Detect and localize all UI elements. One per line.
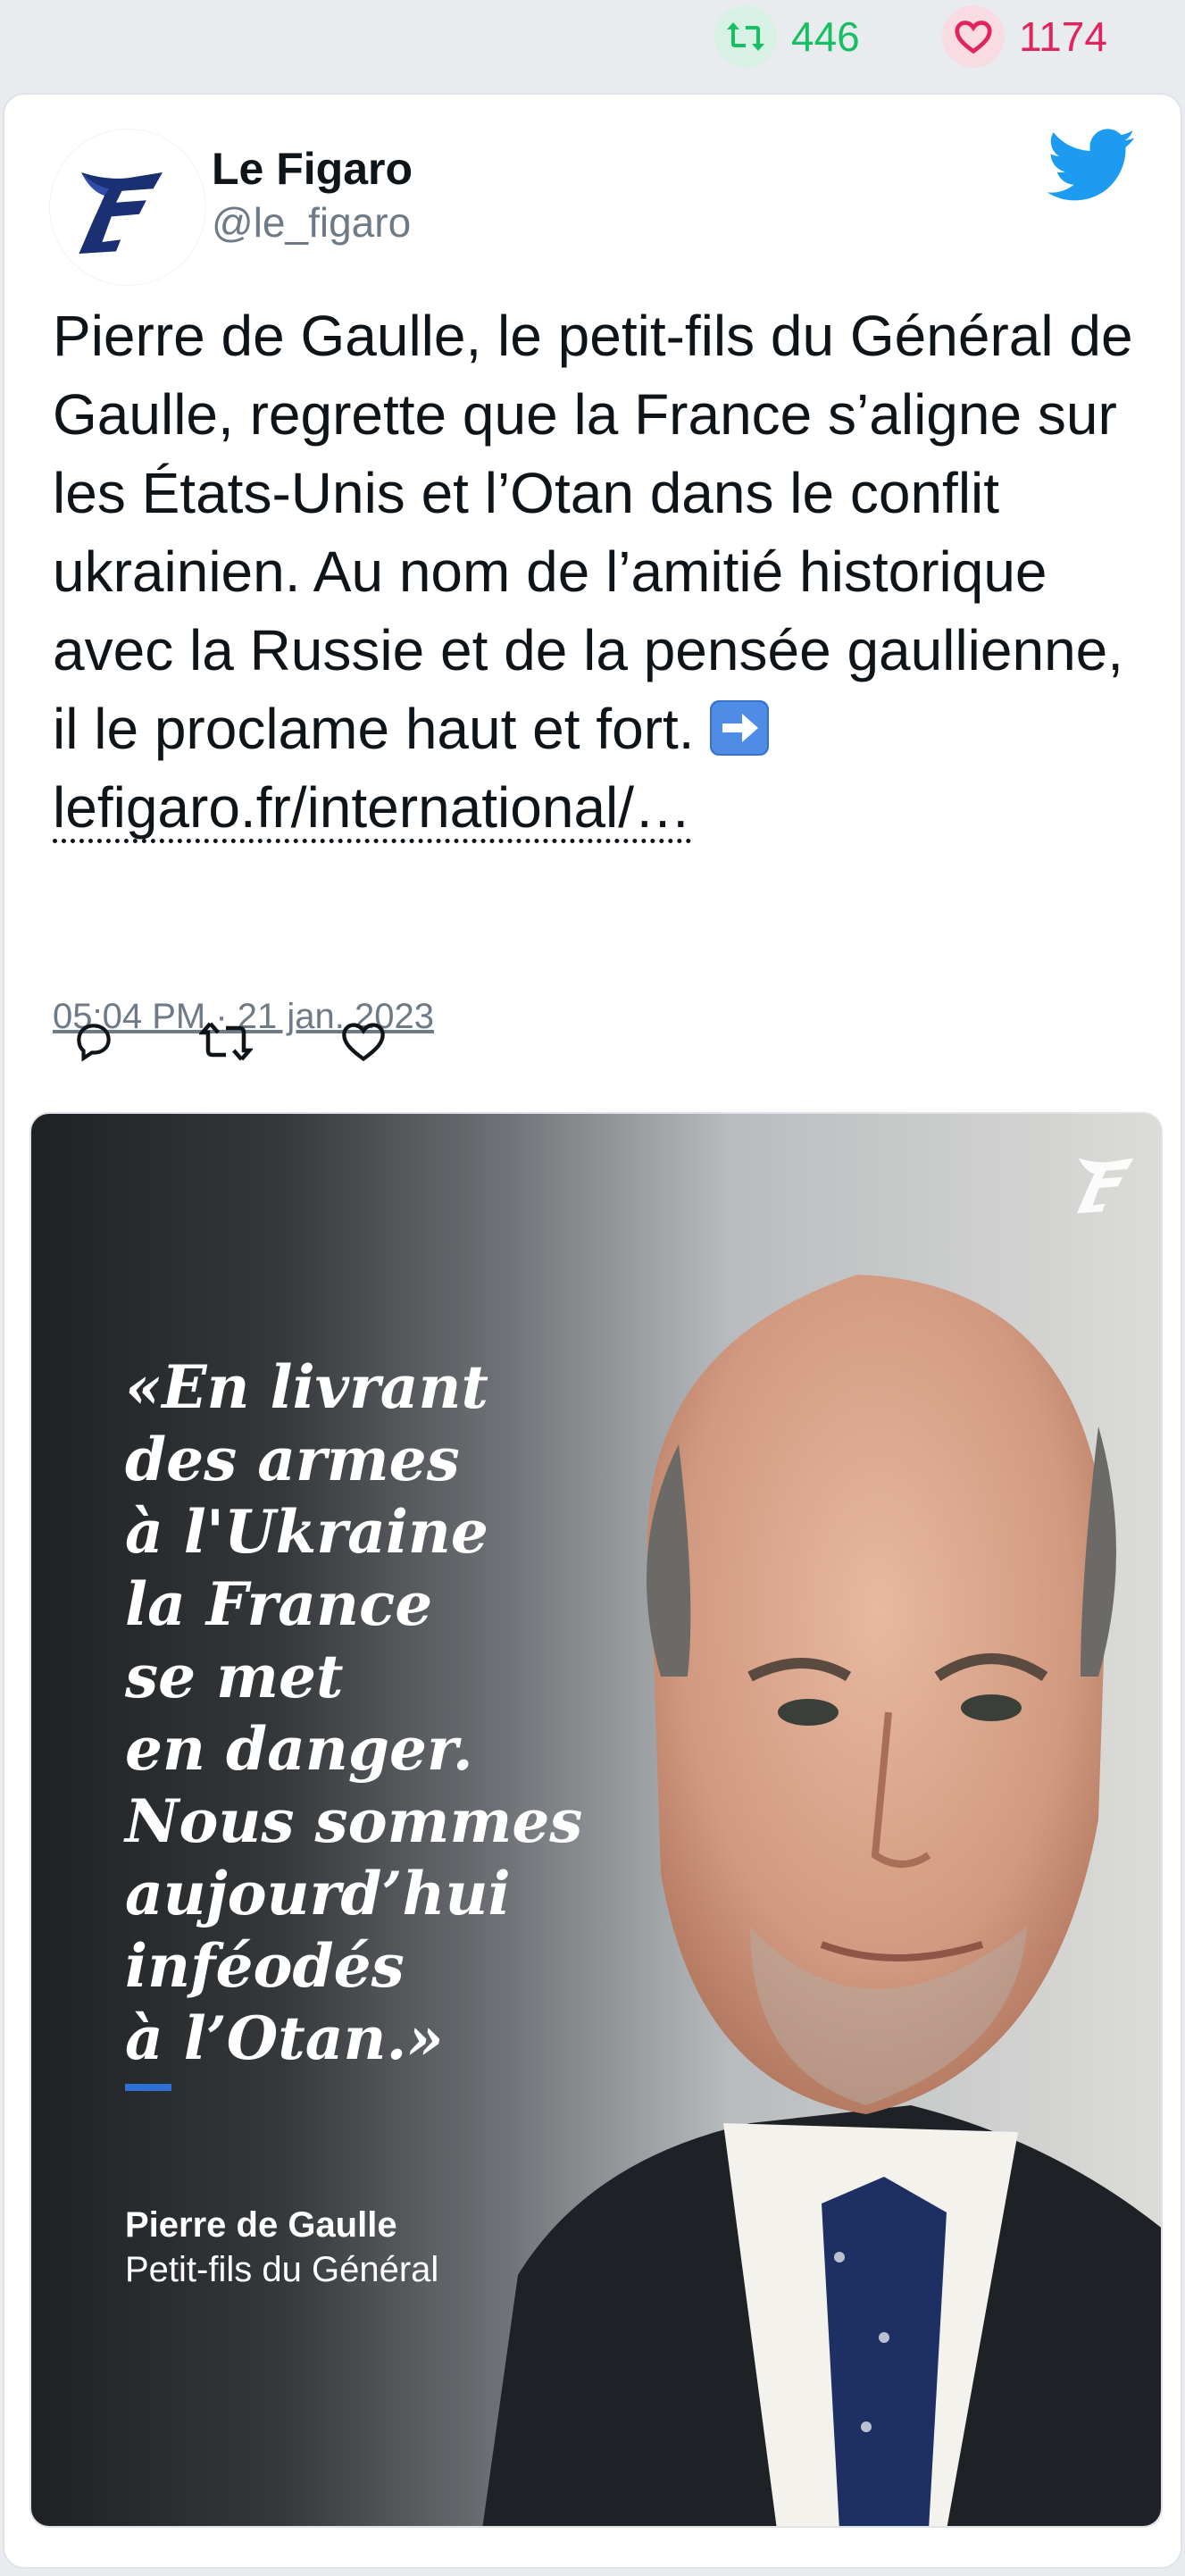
media-speaker-name: Pierre de Gaulle [125,2205,397,2245]
retweet-button[interactable] [199,1015,253,1068]
author-name[interactable]: Le Figaro [212,143,413,195]
tweet-text-block: Pierre de Gaulle, le petit-fils du Génér… [53,297,1151,847]
article-link[interactable]: lefigaro.fr/international/… [53,776,692,843]
like-button[interactable] [337,1015,390,1068]
right-arrow-emoji [710,700,770,756]
like-count: 1174 [1019,13,1107,60]
media-speaker-role: Petit-fils du Général [125,2250,439,2289]
retweet-count: 446 [791,13,860,60]
heart-icon [942,5,1005,68]
tweet-actions [67,1015,424,1068]
le-figaro-logo-icon [79,172,163,254]
retweet-stat[interactable]: 446 [714,5,860,68]
retweet-icon [199,1022,253,1061]
like-stat[interactable]: 1174 [942,5,1107,68]
author-handle[interactable]: @le_figaro [212,198,411,247]
tweet-text: Pierre de Gaulle, le petit-fils du Génér… [53,304,1133,761]
heart-icon [342,1023,385,1062]
avatar[interactable] [49,129,206,286]
twitter-bird-icon[interactable] [1047,129,1137,204]
quote-accent-bar [125,2084,171,2091]
retweet-icon [714,5,777,68]
tweet-card: Le Figaro @le_figaro Pierre de Gaulle, l… [3,93,1182,2569]
media-quote-text: «En livrant des armes à l'Ukraine la Fra… [125,1352,583,2073]
tweet-media-image[interactable]: «En livrant des armes à l'Ukraine la Fra… [29,1112,1163,2528]
tweet-stats-bar: 446 1174 [0,0,1185,75]
reply-icon [77,1024,111,1062]
reply-button[interactable] [67,1015,121,1068]
le-figaro-watermark-icon [1077,1158,1134,1214]
